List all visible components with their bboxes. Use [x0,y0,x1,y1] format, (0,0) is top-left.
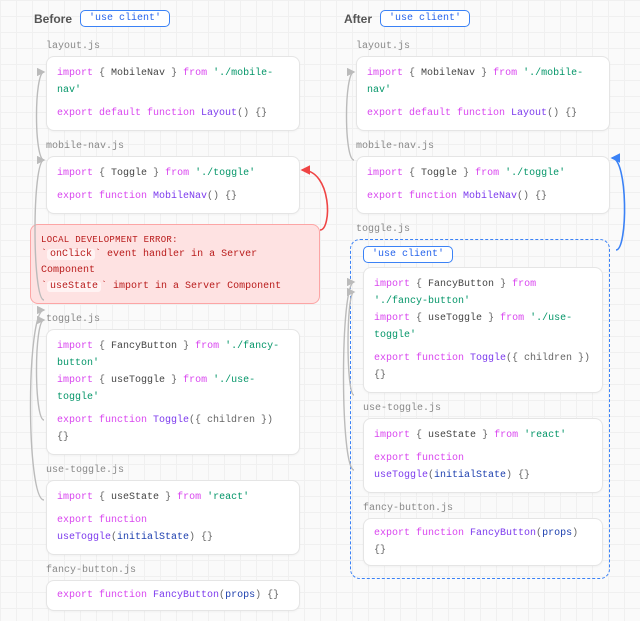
file-label-use-toggle: use-toggle.js [363,403,603,414]
error-title: LOCAL DEVELOPMENT ERROR: [41,233,309,247]
after-header: After 'use client' [340,10,610,27]
after-column: After 'use client' layout.js import { Mo… [340,10,610,587]
file-label-layout: layout.js [46,41,300,52]
before-title: Before [34,12,72,26]
code-card-layout: import { MobileNav } from './mobile-nav'… [356,56,610,131]
code-card-toggle: import { FancyButton } from './fancy-but… [363,267,603,393]
code-card-use-toggle: import { useState } from 'react' export … [46,480,300,555]
client-boundary-group: 'use client' import { FancyButton } from… [350,239,610,579]
use-client-directive: 'use client' [363,246,453,263]
code-card-mobile-nav: import { Toggle } from './toggle' export… [46,156,300,214]
after-title: After [344,12,372,26]
file-label-mobile-nav: mobile-nav.js [356,141,610,152]
error-box: LOCAL DEVELOPMENT ERROR: `onClick` event… [30,224,320,304]
code-card-mobile-nav: import { Toggle } from './toggle' export… [356,156,610,214]
file-label-toggle: toggle.js [356,224,610,235]
code-card-layout: import { MobileNav } from './mobile-nav'… [46,56,300,131]
file-label-fancy-button: fancy-button.js [46,565,300,576]
use-client-badge: 'use client' [380,10,470,27]
before-column: Before 'use client' layout.js import { M… [30,10,300,621]
file-label-use-toggle: use-toggle.js [46,465,300,476]
before-header: Before 'use client' [30,10,300,27]
code-card-use-toggle: import { useState } from 'react' export … [363,418,603,493]
file-label-mobile-nav: mobile-nav.js [46,141,300,152]
file-label-fancy-button: fancy-button.js [363,503,603,514]
code-card-fancy-button: export function FancyButton(props) {} [46,580,300,611]
file-label-toggle: toggle.js [46,314,300,325]
use-client-badge: 'use client' [80,10,170,27]
file-label-layout: layout.js [356,41,610,52]
code-card-toggle: import { FancyButton } from './fancy-but… [46,329,300,455]
code-card-fancy-button: export function FancyButton(props) {} [363,518,603,566]
